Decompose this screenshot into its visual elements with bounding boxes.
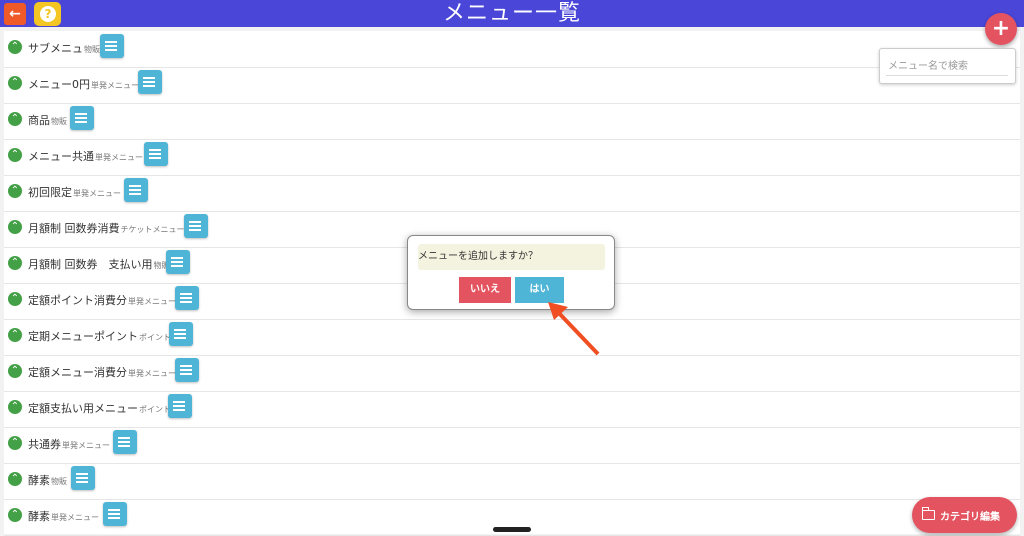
- chevron-up-icon[interactable]: ⌃: [8, 472, 22, 486]
- menu-type-tag: 単発メニュー: [73, 189, 121, 198]
- menu-name: 酵素物販: [28, 472, 67, 488]
- pointer-arrow-icon: [548, 302, 600, 356]
- list-icon-button[interactable]: [100, 34, 124, 58]
- list-icon-button[interactable]: [103, 502, 127, 526]
- menu-type-tag: ポイント: [139, 405, 171, 414]
- list-icon-button[interactable]: [166, 250, 190, 274]
- list-icon-button[interactable]: [175, 358, 199, 382]
- menu-row[interactable]: ⌃ 定額メニュー消費分単発メニュー: [4, 355, 1020, 392]
- menu-title: 酵素: [28, 474, 50, 487]
- menu-title: 共通券: [28, 438, 61, 451]
- menu-row[interactable]: ⌃ 酵素物販: [4, 463, 1020, 500]
- menu-type-tag: 物販: [84, 45, 100, 54]
- menu-row[interactable]: ⌃ サブメニュ物販: [4, 31, 1020, 68]
- folder-icon: [922, 507, 935, 520]
- menu-type-tag: 単発メニュー: [62, 441, 110, 450]
- menu-name: 酵素単発メニュー: [28, 508, 99, 524]
- menu-row[interactable]: ⌃ 定額支払い用メニューポイント: [4, 391, 1020, 428]
- list-icon-button[interactable]: [71, 466, 95, 490]
- chevron-up-icon[interactable]: ⌃: [8, 508, 22, 522]
- list-icon-button[interactable]: [113, 430, 137, 454]
- menu-name: サブメニュ物販: [28, 40, 100, 56]
- chevron-up-icon[interactable]: ⌃: [8, 328, 22, 342]
- menu-title: 定額支払い用メニュー: [28, 402, 138, 415]
- menu-title: 月額制 回数券消費: [28, 222, 120, 235]
- menu-title: 月額制 回数券 支払い用: [28, 258, 153, 271]
- chevron-up-icon[interactable]: ⌃: [8, 76, 22, 90]
- menu-type-tag: 物販: [51, 477, 67, 486]
- menu-title: 商品: [28, 114, 50, 127]
- page-title: メニュー一覧: [442, 1, 581, 26]
- menu-type-tag: 単発メニュー: [95, 153, 143, 162]
- menu-name: 共通券単発メニュー: [28, 436, 110, 452]
- chevron-up-icon[interactable]: ⌃: [8, 112, 22, 126]
- menu-type-tag: 物販: [51, 117, 67, 126]
- menu-row[interactable]: ⌃ 初回限定単発メニュー: [4, 175, 1020, 212]
- chevron-up-icon[interactable]: ⌃: [8, 292, 22, 306]
- add-menu-button[interactable]: +: [985, 13, 1017, 45]
- menu-name: 商品物販: [28, 112, 67, 128]
- chevron-up-icon[interactable]: ⌃: [8, 436, 22, 450]
- menu-row[interactable]: ⌃ 定期メニューポイントポイント: [4, 319, 1020, 356]
- dialog-message: メニューを追加しますか？: [418, 251, 538, 262]
- menu-title: 定額ポイント消費分: [28, 294, 127, 307]
- menu-row[interactable]: ⌃ メニュー共通単発メニュー: [4, 139, 1020, 176]
- list-icon-button[interactable]: [138, 70, 162, 94]
- menu-type-tag: 単発メニュー: [128, 297, 176, 306]
- menu-name: 定額ポイント消費分単発メニュー: [28, 292, 176, 308]
- menu-title: 初回限定: [28, 186, 72, 199]
- search-input[interactable]: [886, 57, 1008, 76]
- chevron-up-icon[interactable]: ⌃: [8, 40, 22, 54]
- list-icon-button[interactable]: [124, 178, 148, 202]
- list-icon-button[interactable]: [168, 394, 192, 418]
- dialog-message-box: メニューを追加しますか？: [418, 244, 605, 270]
- menu-title: 定額メニュー消費分: [28, 366, 127, 379]
- menu-name: 初回限定単発メニュー: [28, 184, 121, 200]
- list-icon-button[interactable]: [184, 214, 208, 238]
- app-header: ← ? メニュー一覧: [0, 0, 1024, 27]
- menu-name: 定期メニューポイントポイント: [28, 328, 171, 344]
- menu-type-tag: 単発メニュー: [128, 369, 176, 378]
- menu-title: サブメニュ: [28, 42, 83, 55]
- category-edit-button[interactable]: カテゴリ編集: [912, 497, 1017, 533]
- menu-type-tag: チケットメニュー: [120, 225, 185, 234]
- menu-title: メニュー0円: [28, 78, 90, 91]
- menu-name: 月額制 回数券消費チケットメニュー: [28, 220, 185, 236]
- menu-row[interactable]: ⌃ 共通券単発メニュー: [4, 427, 1020, 464]
- plus-icon: +: [991, 16, 1011, 41]
- menu-type-tag: ポイント: [139, 333, 171, 342]
- chevron-up-icon[interactable]: ⌃: [8, 256, 22, 270]
- search-panel: [879, 48, 1016, 84]
- menu-type-tag: 単発メニュー: [91, 81, 139, 90]
- menu-name: メニュー共通単発メニュー: [28, 148, 143, 164]
- menu-title: 定期メニューポイント: [28, 330, 138, 343]
- list-icon-button[interactable]: [169, 322, 193, 346]
- menu-row[interactable]: ⌃ 商品物販: [4, 103, 1020, 140]
- menu-title: 酵素: [28, 510, 50, 523]
- menu-title: メニュー共通: [28, 150, 94, 163]
- menu-row[interactable]: ⌃ メニュー0円単発メニュー: [4, 67, 1020, 104]
- menu-name: 月額制 回数券 支払い用物販: [28, 256, 170, 272]
- list-icon-button[interactable]: [70, 106, 94, 130]
- chevron-up-icon[interactable]: ⌃: [8, 148, 22, 162]
- menu-name: 定額支払い用メニューポイント: [28, 400, 171, 416]
- category-edit-label: カテゴリ編集: [940, 512, 1000, 523]
- chevron-up-icon[interactable]: ⌃: [8, 364, 22, 378]
- list-icon-button[interactable]: [175, 286, 199, 310]
- chevron-up-icon[interactable]: ⌃: [8, 220, 22, 234]
- home-indicator: [493, 527, 531, 532]
- menu-type-tag: 単発メニュー: [51, 513, 99, 522]
- menu-name: メニュー0円単発メニュー: [28, 76, 139, 92]
- chevron-up-icon[interactable]: ⌃: [8, 184, 22, 198]
- chevron-up-icon[interactable]: ⌃: [8, 400, 22, 414]
- menu-name: 定額メニュー消費分単発メニュー: [28, 364, 176, 380]
- list-icon-button[interactable]: [144, 142, 168, 166]
- no-button[interactable]: いいえ: [459, 277, 511, 303]
